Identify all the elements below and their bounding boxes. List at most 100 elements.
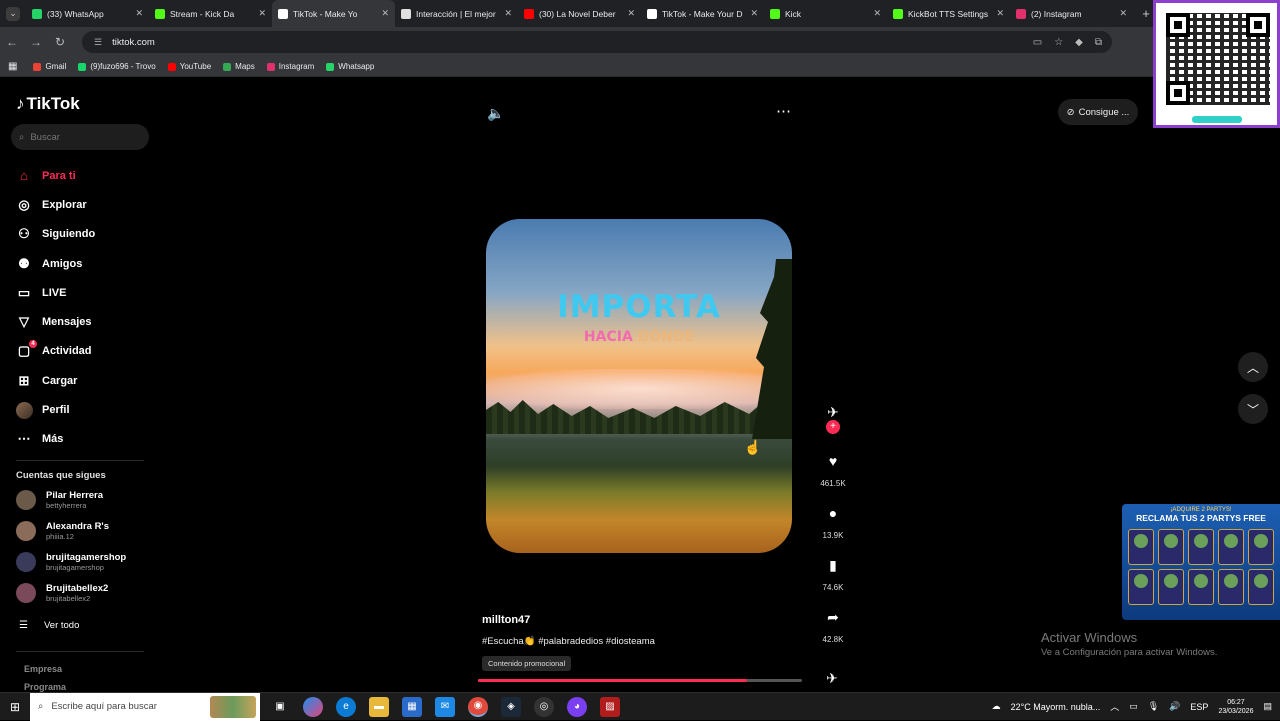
close-icon[interactable]: ✕ — [873, 8, 881, 19]
store-icon[interactable]: ▦ — [402, 696, 422, 717]
bookmark-star-icon[interactable]: ☆ — [1054, 37, 1063, 48]
reload-icon[interactable]: ↻ — [48, 35, 72, 49]
app-icon[interactable]: ▨ — [600, 696, 620, 717]
video-overlay-title: IMPORTA — [557, 289, 721, 325]
footer-link-empresa[interactable]: Empresa — [24, 664, 62, 674]
share-button[interactable]: ➦ 42.8K — [818, 603, 848, 645]
site-info-icon[interactable]: ☰ — [94, 37, 102, 48]
bookmark-item[interactable]: Whatsapp — [326, 62, 374, 71]
weather-text[interactable]: 22°C Mayorm. nubla... — [1011, 702, 1101, 712]
music-disc[interactable]: ✈ — [818, 664, 846, 692]
get-coins-button[interactable]: ⊘ Consigue ... — [1058, 99, 1138, 125]
bookmark-item[interactable]: YouTube — [167, 62, 211, 71]
sidebar-item-mensajes[interactable]: ▽ Mensajes — [15, 307, 95, 336]
close-icon[interactable]: ✕ — [381, 8, 389, 19]
close-icon[interactable]: ✕ — [750, 8, 758, 19]
search-input[interactable] — [30, 131, 131, 143]
footer-link-programa[interactable]: Programa — [24, 682, 66, 692]
taskbar-search[interactable]: ⌕ Escribe aquí para buscar — [30, 692, 260, 721]
extensions-puzzle-icon[interactable]: ⧉ — [1095, 37, 1102, 48]
back-icon[interactable]: ← — [0, 35, 24, 49]
video-player[interactable]: IMPORTA HACIA DÓNDE — [486, 219, 792, 553]
chrome-icon[interactable]: ◉ — [468, 696, 488, 717]
video-author[interactable]: millton47 — [482, 614, 530, 626]
close-icon[interactable]: ✕ — [996, 8, 1004, 19]
see-all-link[interactable]: ☰ Ver todo — [19, 620, 79, 631]
followed-account[interactable]: brujitagamershop brujitagamershop — [16, 552, 126, 572]
url-text: tiktok.com — [112, 36, 155, 48]
windows-taskbar: ⊞ ⌕ Escribe aquí para buscar ▣ e ▬ ▦ ✉ ◉… — [0, 692, 1280, 721]
forward-icon[interactable]: → — [24, 35, 48, 49]
clock[interactable]: 06:27 23/03/2026 — [1218, 698, 1253, 716]
more-options-icon[interactable]: ⋯ — [776, 102, 792, 120]
extension-icon[interactable]: ◆ — [1075, 37, 1083, 48]
followed-account[interactable]: Brujitabellex2 brujitabellex2 — [16, 583, 108, 603]
url-field[interactable]: ☰ tiktok.com ▭ ☆ ◆ ⧉ — [82, 31, 1112, 53]
sidebar-item-cargar[interactable]: ⊞ Cargar — [15, 366, 95, 395]
followed-account[interactable]: Pilar Herrera bettyherrera — [16, 490, 103, 510]
close-icon[interactable]: ✕ — [258, 8, 266, 19]
notifications-icon[interactable]: ▤ — [1263, 701, 1272, 712]
tab-favicon-icon — [155, 8, 165, 19]
sidebar-item-perfil[interactable]: Perfil — [15, 395, 95, 424]
sidebar-item-actividad[interactable]: ▢ 4 Actividad — [15, 337, 95, 366]
sidebar-item-más[interactable]: ⋯ Más — [15, 425, 95, 454]
search-icon: ⌕ — [19, 131, 25, 143]
steam-icon[interactable]: ◈ — [501, 696, 521, 717]
obs-icon[interactable]: ◎ — [534, 696, 554, 717]
comment-button[interactable]: ● 13.9K — [818, 499, 848, 540]
video-progress-bar[interactable] — [478, 679, 802, 682]
sidebar-item-live[interactable]: ▭ LIVE — [15, 278, 95, 307]
mic-icon[interactable]: 🎙 — [1148, 701, 1159, 712]
volume-tray-icon[interactable]: 🔊 — [1169, 701, 1180, 712]
tab-favicon-icon — [893, 8, 903, 19]
close-icon[interactable]: ✕ — [627, 8, 635, 19]
lang-indicator[interactable]: ESP — [1190, 702, 1208, 712]
bookmark-item[interactable]: Maps — [223, 62, 255, 71]
weather-icon[interactable]: ☁ — [992, 701, 1001, 712]
edge-icon[interactable]: e — [336, 696, 356, 717]
browser-tab[interactable]: Interacción | El mejor ✕ — [395, 0, 518, 27]
tray-chevron-icon[interactable]: ︿ — [1110, 700, 1119, 713]
search-icon: ⌕ — [38, 701, 44, 712]
next-video-button[interactable]: ﹀ — [1238, 394, 1268, 424]
search-box[interactable]: ⌕ — [11, 124, 149, 150]
discord-icon[interactable]: ◕ — [567, 696, 587, 717]
sidebar-item-para-ti[interactable]: ⌂ Para ti — [15, 161, 95, 190]
like-button[interactable]: ♥ 461.5K — [818, 447, 848, 488]
sidebar-item-siguiendo[interactable]: ⚇ Siguiendo — [15, 220, 95, 249]
install-icon[interactable]: ▭ — [1033, 37, 1042, 48]
task-view-icon[interactable]: ▣ — [270, 697, 290, 717]
volume-icon[interactable]: 🔈 — [487, 105, 504, 122]
save-button[interactable]: ▮ 74.6K — [818, 551, 848, 593]
follow-plus-button[interactable]: + — [826, 420, 840, 434]
close-icon[interactable]: ✕ — [504, 8, 512, 19]
tab-favicon-icon — [1016, 8, 1026, 19]
browser-tab[interactable]: (30) La Novel Deber ✕ — [518, 0, 641, 27]
bookmark-item[interactable]: Instagram — [266, 62, 314, 71]
close-icon[interactable]: ✕ — [1119, 8, 1127, 19]
browser-tab[interactable]: Kick ✕ — [764, 0, 887, 27]
bookmark-item[interactable]: (9)fuzo696 - Trovo — [78, 62, 156, 71]
tab-search-button[interactable]: ⌄ — [0, 0, 26, 27]
bookmark-item[interactable]: Gmail — [33, 62, 66, 71]
browser-tab[interactable]: (33) WhatsApp ✕ — [26, 0, 149, 27]
browser-tab[interactable]: (2) Instagram ✕ — [1010, 0, 1133, 27]
file-explorer-icon[interactable]: ▬ — [369, 696, 389, 717]
mail-icon[interactable]: ✉ — [435, 696, 455, 717]
copilot-icon[interactable] — [303, 696, 323, 717]
sidebar-item-explorar[interactable]: ◎ Explorar — [15, 190, 95, 219]
browser-tab[interactable]: Stream - Kick Da ✕ — [149, 0, 272, 27]
tiktok-logo[interactable]: ♪ TikTok — [16, 94, 80, 114]
windows-start-icon[interactable]: ⊞ — [0, 700, 30, 714]
followed-account[interactable]: Alexandra R's phiiia.12 — [16, 521, 109, 541]
tab-title: KickBot TTS Settings — [908, 8, 989, 19]
browser-tab[interactable]: TikTok - Make Yo ✕ — [272, 0, 395, 27]
browser-tab[interactable]: TikTok - Make Your D ✕ — [641, 0, 764, 27]
browser-tab[interactable]: KickBot TTS Settings ✕ — [887, 0, 1010, 27]
apps-grid-icon[interactable]: ▦ — [8, 61, 17, 72]
network-icon[interactable]: ▭ — [1129, 701, 1138, 712]
sidebar-item-amigos[interactable]: ⚉ Amigos — [15, 249, 95, 278]
previous-video-button[interactable]: ︿ — [1238, 352, 1268, 382]
close-icon[interactable]: ✕ — [135, 8, 143, 19]
